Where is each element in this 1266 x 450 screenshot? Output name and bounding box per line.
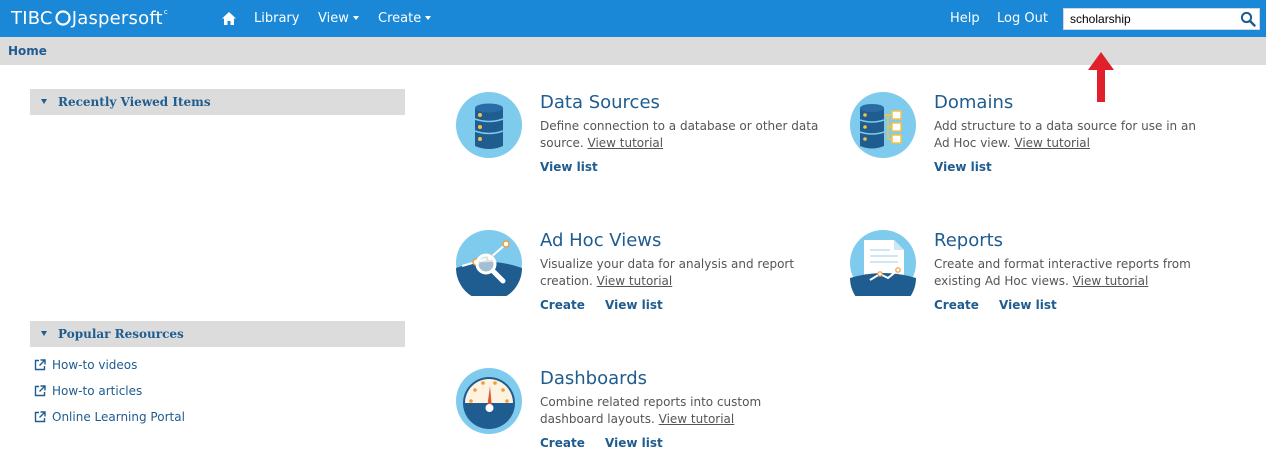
dashboards-actions: Create View list bbox=[540, 436, 679, 450]
chevron-down-icon bbox=[352, 15, 359, 20]
nav-help-label: Help bbox=[950, 11, 980, 26]
search-input[interactable] bbox=[1064, 9, 1232, 29]
nav-create-menu[interactable]: Create bbox=[378, 11, 432, 26]
adhoc-views-description: Visualize your data for analysis and rep… bbox=[540, 256, 820, 290]
breadcrumb: Home bbox=[0, 37, 1266, 65]
nav-view-label: View bbox=[318, 11, 349, 26]
link-how-to-videos[interactable]: How-to videos bbox=[34, 358, 137, 372]
domains-view-list-link[interactable]: View list bbox=[934, 160, 992, 174]
recently-viewed-header[interactable]: Recently Viewed Items bbox=[30, 89, 405, 115]
nav-view-menu[interactable]: View bbox=[318, 11, 359, 26]
red-annotation-arrow-icon bbox=[1088, 52, 1114, 102]
trademark-icon: c bbox=[163, 8, 168, 16]
report-document-icon bbox=[850, 230, 916, 296]
popular-resources-header[interactable]: Popular Resources bbox=[30, 321, 405, 347]
external-link-icon bbox=[34, 359, 46, 371]
reports-actions: Create View list bbox=[934, 298, 1073, 312]
nav-logout-label: Log Out bbox=[997, 11, 1048, 26]
home-icon[interactable] bbox=[222, 12, 236, 25]
dashboards-tutorial-link[interactable]: View tutorial bbox=[659, 412, 735, 426]
recently-viewed-title: Recently Viewed Items bbox=[58, 95, 211, 109]
tibco-logo-mark-icon bbox=[55, 10, 71, 26]
domains-description: Add structure to a data source for use i… bbox=[934, 118, 1214, 152]
nav-logout[interactable]: Log Out bbox=[997, 11, 1048, 26]
nav-library[interactable]: Library bbox=[254, 11, 299, 26]
domains-tutorial-link[interactable]: View tutorial bbox=[1014, 136, 1090, 150]
dashboards-view-list-link[interactable]: View list bbox=[605, 436, 663, 450]
data-sources-desc-text: Define connection to a database or other… bbox=[540, 119, 819, 150]
reports-create-link[interactable]: Create bbox=[934, 298, 979, 312]
dashboards-title: Dashboards bbox=[540, 368, 648, 389]
nav-help[interactable]: Help bbox=[950, 11, 980, 26]
link-how-to-articles-label: How-to articles bbox=[52, 384, 143, 398]
logo-text-left: TIBC bbox=[11, 7, 53, 29]
logo-text-right: Jaspersoft bbox=[71, 7, 163, 29]
adhoc-views-view-list-link[interactable]: View list bbox=[605, 298, 663, 312]
chevron-down-icon bbox=[425, 15, 432, 20]
link-online-learning-portal-label: Online Learning Portal bbox=[52, 410, 185, 424]
collapse-triangle-icon bbox=[41, 99, 47, 104]
data-sources-view-list-link[interactable]: View list bbox=[540, 160, 598, 174]
collapse-triangle-icon bbox=[41, 331, 47, 336]
popular-resources-title: Popular Resources bbox=[58, 327, 184, 341]
nav-library-label: Library bbox=[254, 11, 300, 26]
nav-create-label: Create bbox=[378, 11, 422, 26]
search-box bbox=[1063, 8, 1260, 30]
external-link-icon bbox=[34, 411, 46, 423]
reports-description: Create and format interactive reports fr… bbox=[934, 256, 1214, 290]
domains-actions: View list bbox=[934, 160, 1008, 174]
database-icon bbox=[456, 92, 522, 158]
search-icon[interactable] bbox=[1240, 11, 1256, 27]
tibco-jaspersoft-logo[interactable]: TIBC Jaspersoft c bbox=[11, 7, 168, 29]
data-sources-title: Data Sources bbox=[540, 92, 660, 113]
top-navigation-bar: TIBC Jaspersoft c Library View Create He… bbox=[0, 0, 1266, 37]
dashboard-gauge-icon bbox=[456, 368, 522, 434]
adhoc-views-title: Ad Hoc Views bbox=[540, 230, 662, 251]
breadcrumb-home[interactable]: Home bbox=[8, 44, 47, 58]
link-how-to-articles[interactable]: How-to articles bbox=[34, 384, 142, 398]
reports-tutorial-link[interactable]: View tutorial bbox=[1073, 274, 1149, 288]
data-sources-tutorial-link[interactable]: View tutorial bbox=[588, 136, 664, 150]
domain-structure-icon bbox=[850, 92, 916, 158]
reports-desc-text: Create and format interactive reports fr… bbox=[934, 257, 1191, 288]
external-link-icon bbox=[34, 385, 46, 397]
domains-title: Domains bbox=[934, 92, 1014, 113]
adhoc-analysis-icon bbox=[456, 230, 522, 296]
adhoc-views-tutorial-link[interactable]: View tutorial bbox=[597, 274, 673, 288]
reports-view-list-link[interactable]: View list bbox=[999, 298, 1057, 312]
data-sources-description: Define connection to a database or other… bbox=[540, 118, 820, 152]
link-online-learning-portal[interactable]: Online Learning Portal bbox=[34, 410, 185, 424]
dashboards-create-link[interactable]: Create bbox=[540, 436, 585, 450]
adhoc-views-actions: Create View list bbox=[540, 298, 679, 312]
reports-title: Reports bbox=[934, 230, 1004, 251]
link-how-to-videos-label: How-to videos bbox=[52, 358, 138, 372]
data-sources-actions: View list bbox=[540, 160, 614, 174]
adhoc-views-create-link[interactable]: Create bbox=[540, 298, 585, 312]
dashboards-description: Combine related reports into custom dash… bbox=[540, 394, 820, 428]
